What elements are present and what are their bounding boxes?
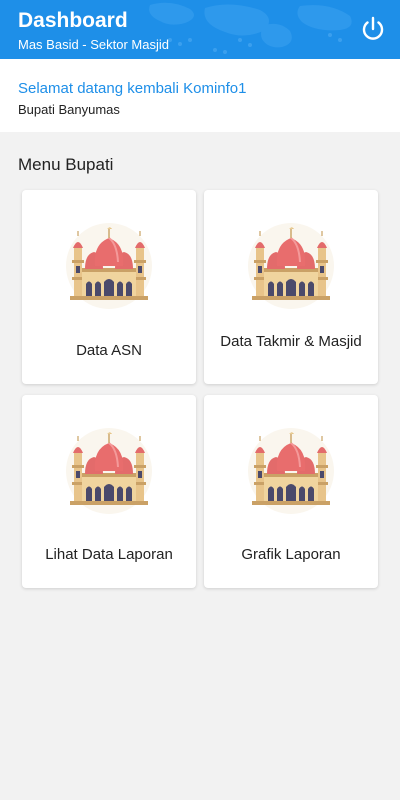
welcome-greeting: Selamat datang kembali Kominfo1 — [18, 80, 247, 97]
power-icon[interactable] — [358, 14, 388, 44]
mosque-icon — [65, 427, 153, 515]
menu-card-label: Grafik Laporan — [241, 546, 341, 563]
mosque-icon — [247, 222, 335, 310]
app-bar: Dashboard Mas Basid - Sektor Masjid — [0, 0, 400, 59]
menu-title: Menu Bupati — [18, 155, 114, 174]
menu-card-lihat-data-laporan[interactable]: Lihat Data Laporan — [22, 395, 196, 588]
menu-card-label: Lihat Data Laporan — [45, 546, 173, 563]
mosque-icon — [65, 222, 153, 310]
menu-card-data-asn[interactable]: Data ASN — [22, 190, 196, 384]
menu-card-label: Data Takmir & Masjid — [220, 333, 362, 350]
mosque-icon — [247, 427, 335, 515]
menu-card-label: Data ASN — [76, 342, 142, 359]
page-subtitle: Mas Basid - Sektor Masjid — [18, 37, 169, 52]
welcome-panel: Selamat datang kembali Kominfo1 Bupati B… — [0, 59, 400, 132]
menu-card-grafik-laporan[interactable]: Grafik Laporan — [204, 395, 378, 588]
menu-card-data-takmir-masjid[interactable]: Data Takmir & Masjid — [204, 190, 378, 384]
user-role: Bupati Banyumas — [18, 102, 120, 117]
page-title: Dashboard — [18, 9, 128, 32]
